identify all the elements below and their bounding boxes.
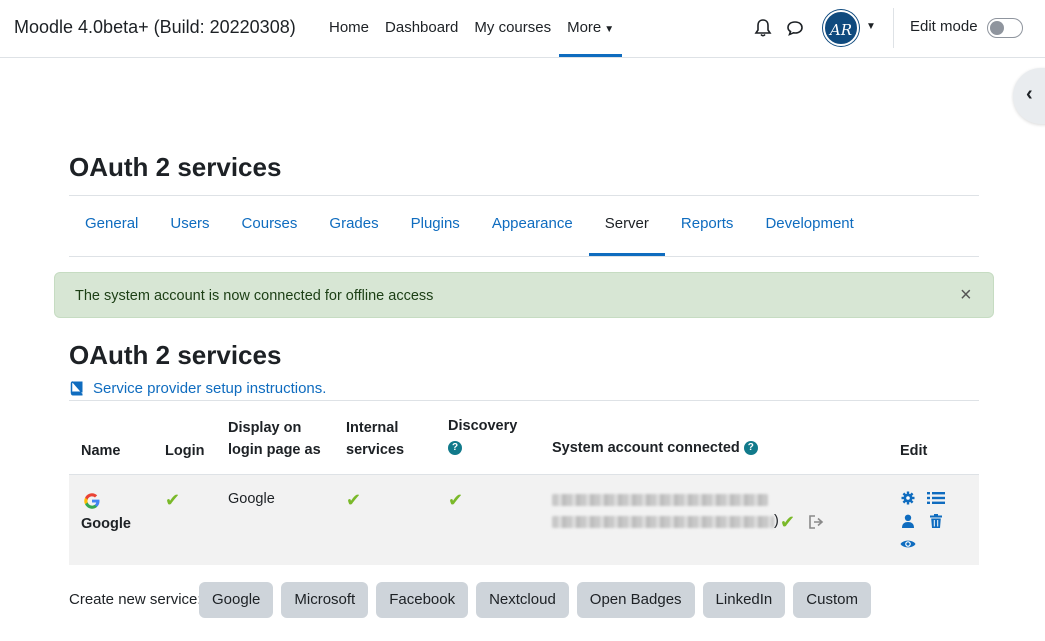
- create-facebook-button[interactable]: Facebook: [376, 582, 469, 618]
- user-menu-chevron-icon[interactable]: ▼: [866, 21, 876, 32]
- divider: [69, 256, 979, 257]
- check-icon: ✔: [448, 490, 464, 510]
- header-name: Name: [81, 443, 121, 459]
- chevron-left-icon: ‹: [1026, 83, 1033, 105]
- header-login: Login: [165, 443, 205, 459]
- header-internal-line1: Internal: [346, 420, 399, 436]
- admin-tabs: General Users Courses Grades Plugins App…: [69, 196, 870, 256]
- table-row: Google ✔ Google ✔ ✔ ) ✔: [69, 474, 979, 565]
- book-icon: [70, 381, 83, 396]
- tab-courses[interactable]: Courses: [226, 196, 314, 256]
- bell-icon[interactable]: [754, 18, 772, 38]
- tab-reports[interactable]: Reports: [665, 196, 750, 256]
- gear-icon[interactable]: [901, 491, 915, 505]
- table-header: Name Login Display on login page as Inter…: [69, 400, 979, 474]
- google-logo: [84, 493, 100, 509]
- create-custom-button[interactable]: Custom: [793, 582, 871, 618]
- chevron-down-icon: ▼: [604, 24, 615, 35]
- header-display-line1: Display on: [228, 420, 302, 436]
- check-icon: ✔: [346, 490, 362, 510]
- nav-dashboard[interactable]: Dashboard: [377, 0, 466, 57]
- check-icon: ✔: [165, 490, 181, 510]
- nav-home[interactable]: Home: [321, 0, 377, 57]
- header-internal: Internal services: [346, 417, 404, 461]
- edit-mode-label: Edit mode: [910, 18, 978, 35]
- tab-appearance[interactable]: Appearance: [476, 196, 589, 256]
- trash-icon[interactable]: [930, 514, 942, 528]
- close-icon[interactable]: ×: [960, 285, 972, 305]
- user-icon[interactable]: [901, 514, 915, 528]
- top-navbar: Moodle 4.0beta+ (Build: 20220308) Home D…: [0, 0, 1045, 58]
- check-icon: ✔: [780, 512, 796, 532]
- setup-instructions-link[interactable]: Service provider setup instructions.: [69, 380, 326, 397]
- question-icon[interactable]: ?: [743, 441, 758, 456]
- redacted-account-email: [552, 494, 768, 506]
- tab-plugins[interactable]: Plugins: [395, 196, 476, 256]
- oauth-services-table: Name Login Display on login page as Inter…: [69, 400, 979, 565]
- nav-my-courses[interactable]: My courses: [466, 0, 559, 57]
- create-service-label: Create new service:: [69, 591, 202, 608]
- success-alert: The system account is now connected for …: [54, 272, 994, 318]
- create-linkedin-button[interactable]: LinkedIn: [702, 582, 786, 618]
- toggle-knob: [990, 21, 1004, 35]
- tab-development[interactable]: Development: [749, 196, 869, 256]
- account-suffix: ): [774, 513, 779, 529]
- tab-server[interactable]: Server: [588, 196, 665, 256]
- nav-more-label: More: [567, 19, 602, 36]
- logout-icon[interactable]: [808, 514, 826, 530]
- header-system-label: System account connected: [552, 440, 740, 456]
- create-nextcloud-button[interactable]: Nextcloud: [476, 582, 569, 618]
- tab-users[interactable]: Users: [154, 196, 225, 256]
- header-internal-line2: services: [346, 442, 405, 458]
- question-icon[interactable]: ?: [448, 441, 462, 456]
- alert-message: The system account is now connected for …: [75, 288, 434, 304]
- header-edit: Edit: [900, 443, 928, 459]
- chat-icon[interactable]: [786, 19, 804, 37]
- header-display-line2: login page as: [228, 442, 321, 458]
- user-avatar[interactable]: AR: [823, 10, 859, 46]
- setup-link-label: Service provider setup instructions.: [93, 380, 327, 397]
- tab-general[interactable]: General: [69, 196, 154, 256]
- create-google-button[interactable]: Google: [199, 582, 274, 618]
- list-icon[interactable]: [927, 491, 945, 505]
- eye-icon[interactable]: [900, 538, 916, 550]
- header-system-account: System account connected ?: [552, 437, 758, 459]
- display-name: Google: [228, 491, 275, 507]
- navbar-divider: [893, 8, 894, 48]
- tab-grades[interactable]: Grades: [313, 196, 394, 256]
- page-title: OAuth 2 services: [69, 152, 282, 182]
- header-discovery: Discovery?: [448, 415, 517, 459]
- service-name: Google: [81, 516, 131, 532]
- nav-more[interactable]: More ▼: [559, 0, 623, 57]
- create-microsoft-button[interactable]: Microsoft: [281, 582, 369, 618]
- site-brand[interactable]: Moodle 4.0beta+ (Build: 20220308): [14, 17, 296, 38]
- create-open-badges-button[interactable]: Open Badges: [576, 582, 695, 618]
- redacted-account-email: [552, 516, 774, 528]
- section-title: OAuth 2 services: [69, 340, 282, 370]
- edit-mode-toggle[interactable]: [987, 18, 1023, 38]
- header-display: Display on login page as: [228, 417, 321, 461]
- primary-navigation: Home Dashboard My courses More ▼: [321, 0, 623, 57]
- block-drawer-toggle[interactable]: ‹: [1013, 68, 1045, 124]
- create-service-buttons: Google Microsoft Facebook Nextcloud Open…: [199, 582, 871, 618]
- header-discovery-label: Discovery: [448, 418, 518, 434]
